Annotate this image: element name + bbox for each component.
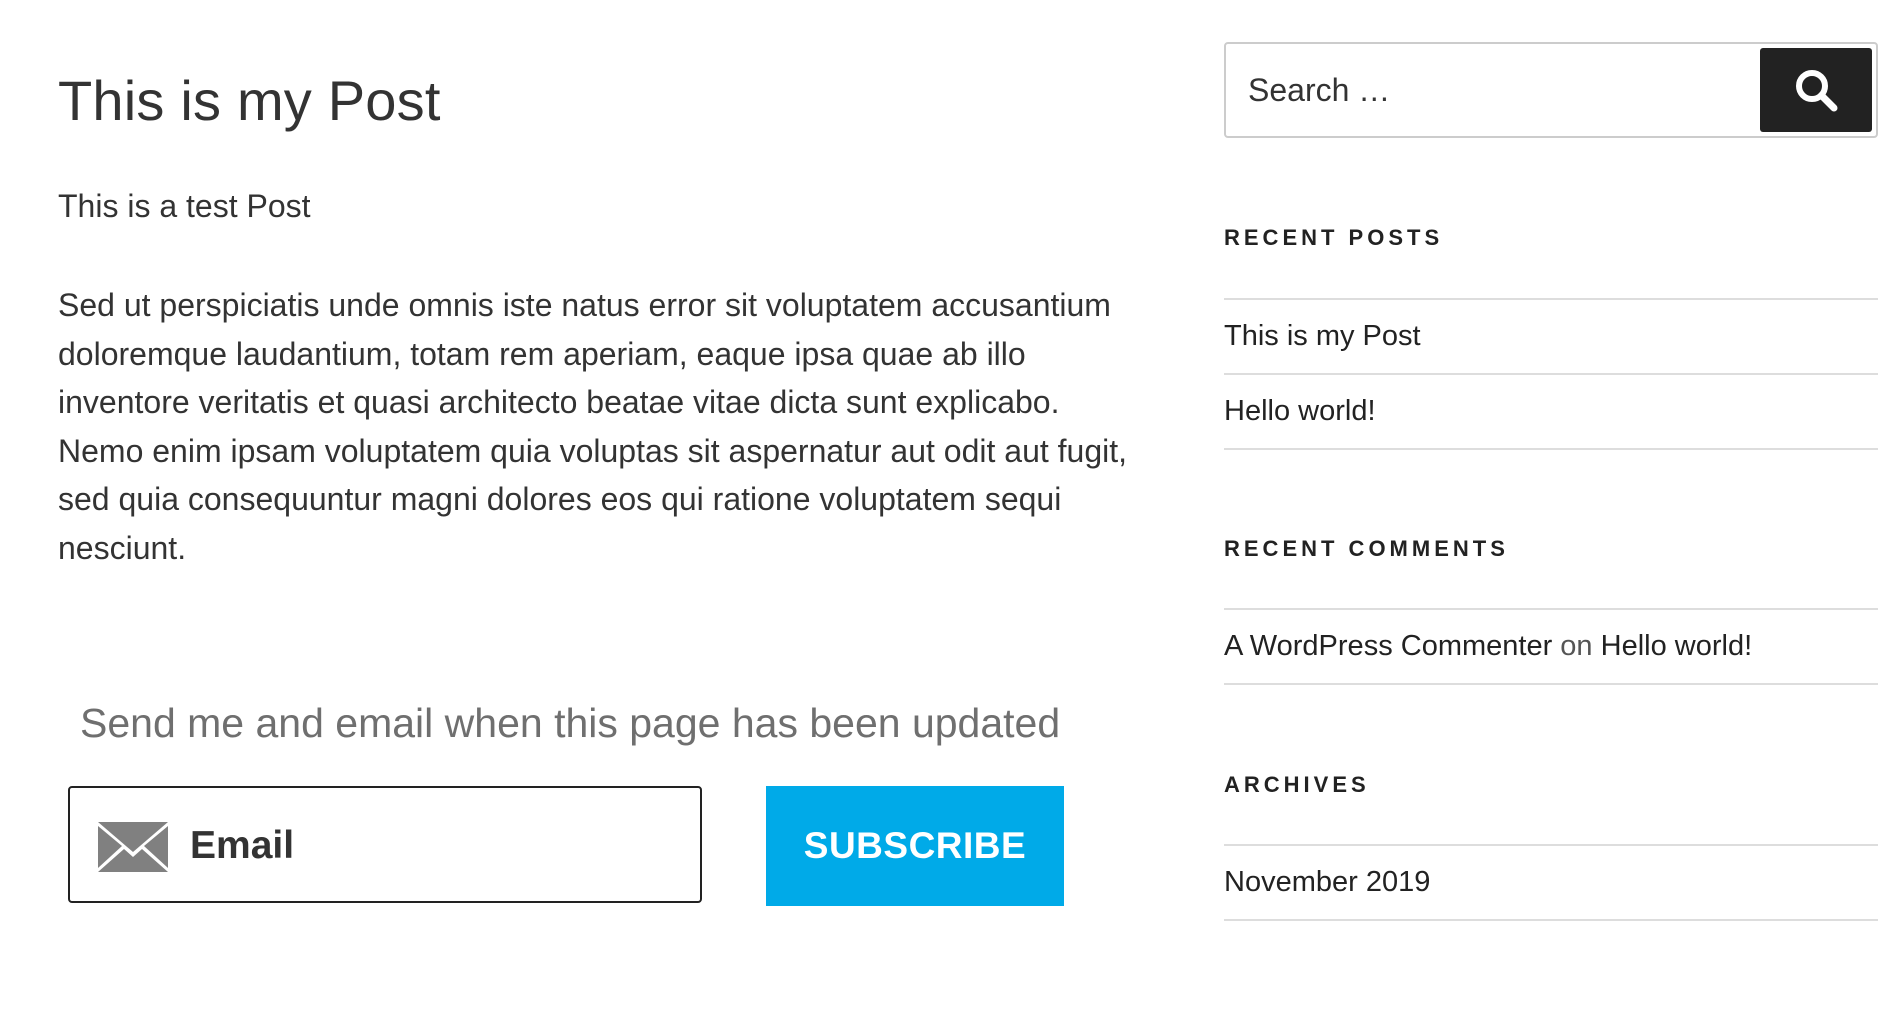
list-item: Hello world! — [1224, 375, 1878, 450]
recent-comments-title: RECENT COMMENTS — [1224, 536, 1509, 561]
subscribe-button[interactable]: SUBSCRIBE — [766, 786, 1064, 906]
comment-author-link[interactable]: A WordPress Commenter — [1224, 630, 1552, 662]
envelope-icon — [98, 822, 168, 872]
recent-comments-list: A WordPress Commenter on Hello world! — [1224, 608, 1878, 685]
comment-on-text: on — [1560, 630, 1593, 662]
archives-title: ARCHIVES — [1224, 772, 1370, 797]
list-item: A WordPress Commenter on Hello world! — [1224, 610, 1878, 685]
archives-list: November 2019 — [1224, 844, 1878, 921]
recent-posts-list: This is my Post Hello world! — [1224, 298, 1878, 450]
archive-link[interactable]: November 2019 — [1224, 866, 1430, 898]
comment-post-link[interactable]: Hello world! — [1601, 630, 1753, 662]
search-form — [1224, 42, 1878, 138]
recent-posts-title: RECENT POSTS — [1224, 225, 1444, 250]
list-item: This is my Post — [1224, 300, 1878, 375]
email-field-box — [68, 786, 702, 903]
email-input[interactable] — [190, 816, 670, 876]
recent-post-link[interactable]: Hello world! — [1224, 395, 1376, 427]
post-body: Sed ut perspiciatis unde omnis iste natu… — [58, 287, 1128, 566]
post-intro: This is a test Post — [58, 188, 311, 224]
search-button[interactable] — [1760, 48, 1872, 132]
post-title: This is my Post — [58, 69, 441, 132]
recent-post-link[interactable]: This is my Post — [1224, 320, 1421, 352]
subscribe-heading: Send me and email when this page has bee… — [80, 700, 1061, 746]
list-item: November 2019 — [1224, 846, 1878, 921]
search-icon — [1796, 70, 1838, 112]
search-input[interactable] — [1248, 62, 1748, 118]
